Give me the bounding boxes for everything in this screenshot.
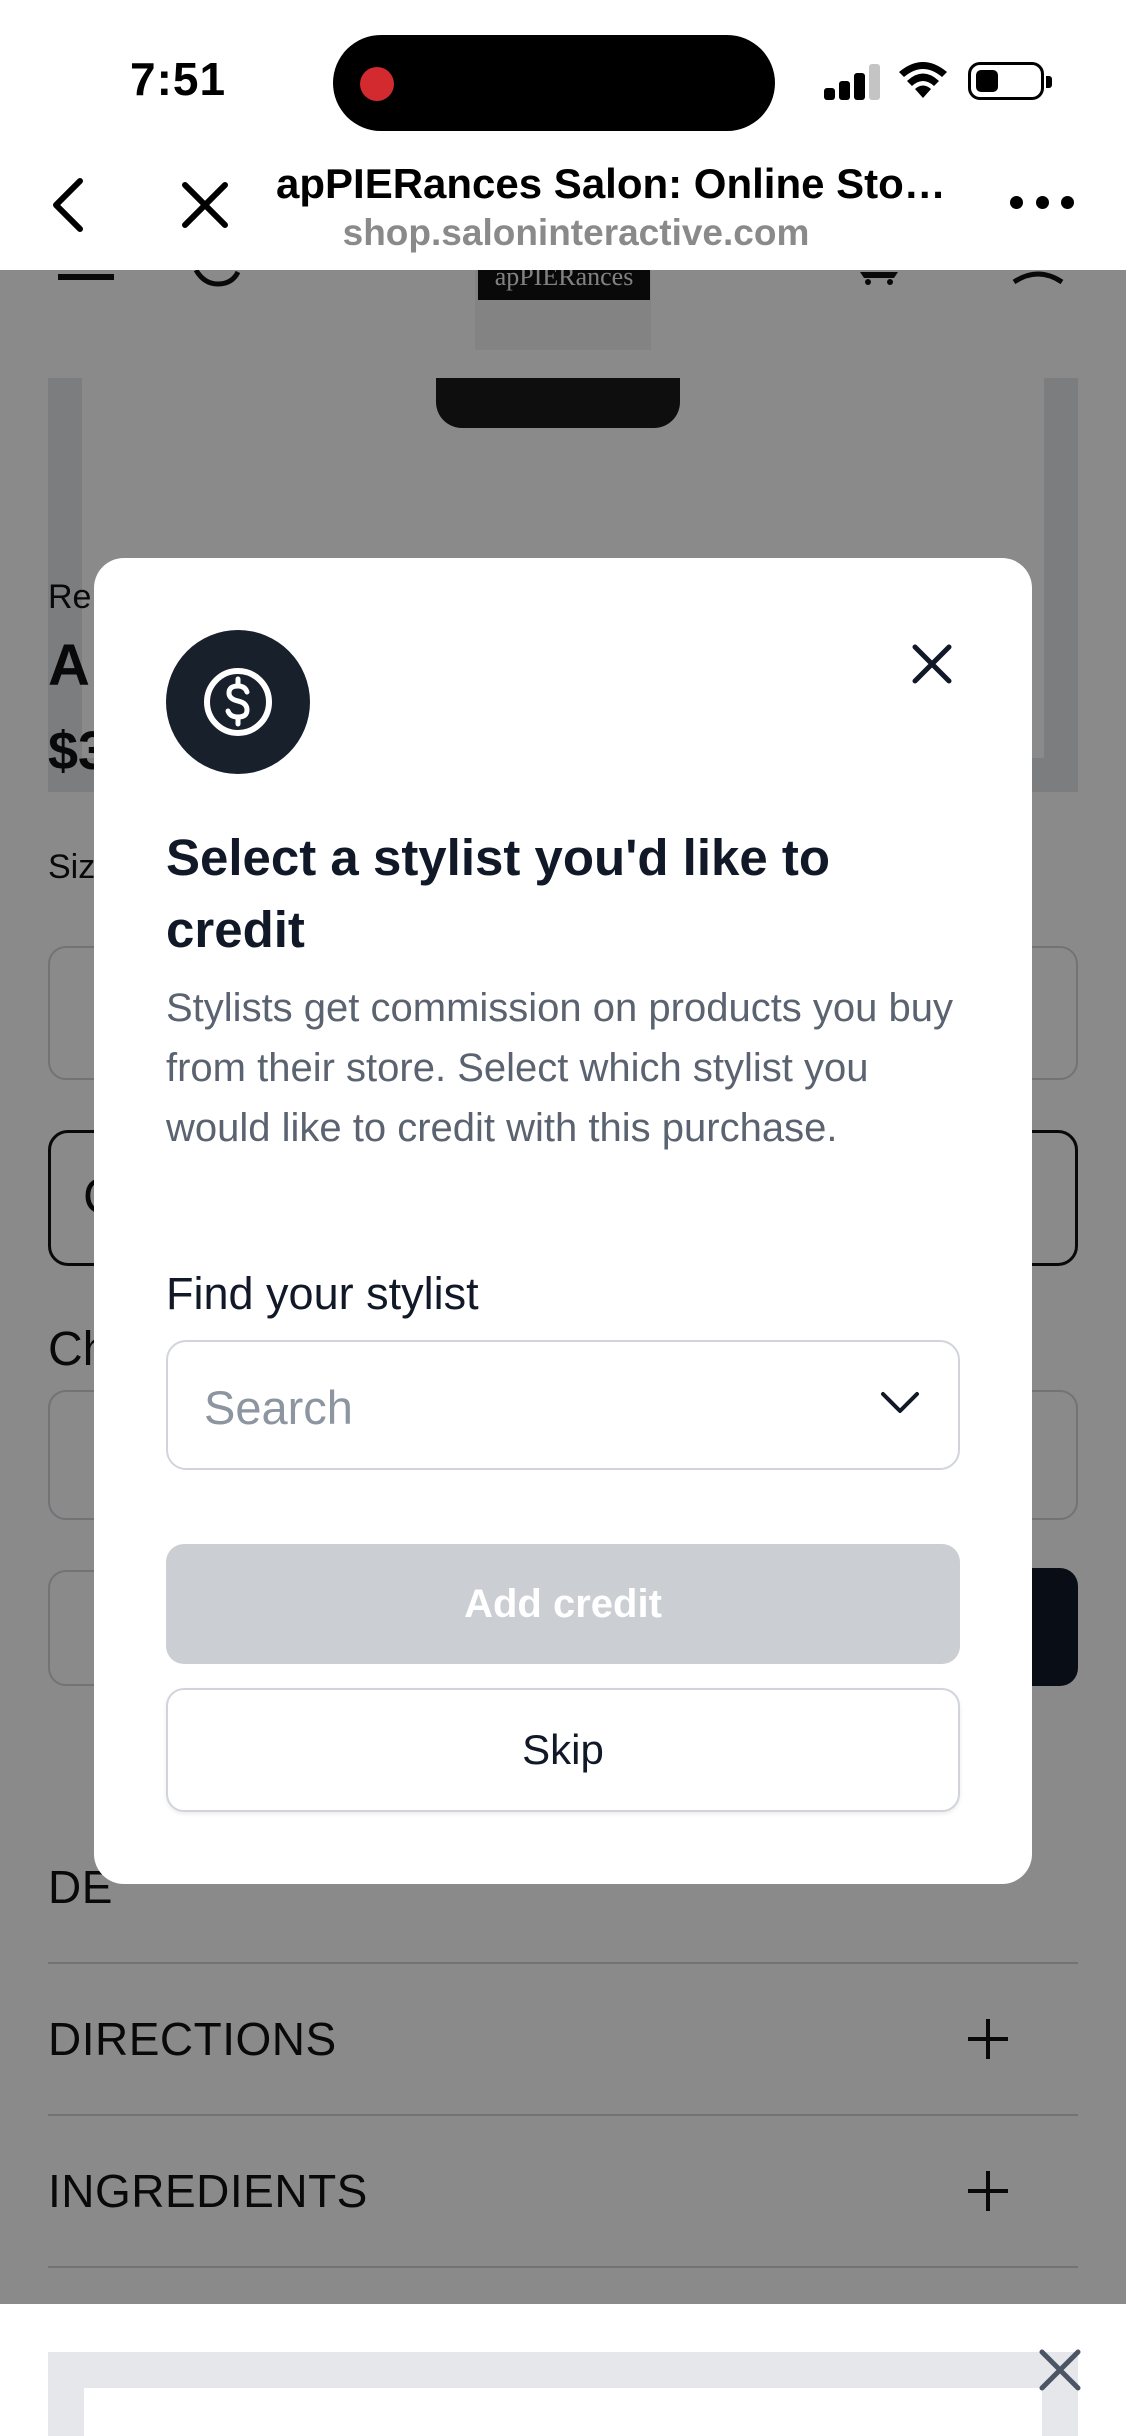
banner-content — [84, 2388, 1042, 2436]
browser-header: apPIERances Salon: Online Sto… shop.salo… — [0, 150, 1126, 270]
more-dot — [1061, 195, 1074, 209]
dollar-icon — [204, 668, 272, 736]
more-dot — [1035, 195, 1049, 209]
stylist-search-dropdown[interactable]: Search — [166, 1340, 960, 1470]
close-icon — [912, 644, 952, 684]
status-time: 7:51 — [130, 53, 227, 105]
banner-close-icon[interactable] — [1036, 2346, 1084, 2394]
dollar-circle-icon — [166, 630, 310, 774]
more-dot — [1010, 195, 1023, 209]
skip-button[interactable]: Skip — [166, 1688, 960, 1812]
more-options-button[interactable] — [1010, 192, 1074, 212]
modal-description: Stylists get commission on products you … — [166, 986, 954, 1150]
battery-icon — [968, 62, 1052, 100]
cellular-signal-icon — [824, 64, 880, 100]
recording-indicator-icon — [360, 67, 394, 101]
modal-close-button[interactable] — [902, 634, 962, 694]
modal-title: Select a stylist you'd like to credit — [166, 829, 831, 958]
back-button[interactable] — [40, 170, 96, 240]
add-credit-button[interactable]: Add credit — [166, 1544, 960, 1664]
chevron-down-icon — [881, 1392, 919, 1413]
search-placeholder: Search — [204, 1381, 353, 1434]
status-bar: 7:51 — [0, 0, 1126, 150]
page-url[interactable]: shop.saloninteractive.com — [276, 212, 876, 254]
bottom-banner — [0, 2304, 1126, 2436]
page-title: apPIERances Salon: Online Sto… — [276, 160, 946, 207]
wifi-icon — [899, 62, 947, 98]
chevron-left-icon — [53, 178, 83, 232]
stylist-credit-modal: Select a stylist you'd like to credit St… — [94, 558, 1032, 1884]
close-browser-button[interactable] — [170, 170, 240, 240]
close-icon — [182, 182, 228, 228]
find-stylist-label: Find your stylist — [166, 1268, 479, 1319]
dynamic-island — [333, 35, 775, 131]
